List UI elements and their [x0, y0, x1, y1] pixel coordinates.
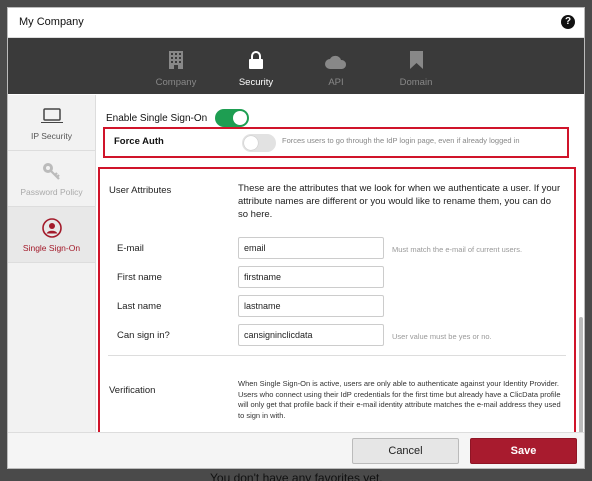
lock-icon	[249, 51, 263, 69]
sidebar-item-label: Single Sign-On	[22, 242, 81, 253]
email-hint: Must match the e-mail of current users.	[392, 245, 523, 254]
content-scrollbar[interactable]	[579, 317, 583, 432]
enable-sso-row: Enable Single Sign-On	[106, 109, 250, 127]
first-name-attribute-input[interactable]	[238, 266, 384, 288]
verification-heading: Verification	[109, 385, 156, 396]
toggle-knob	[233, 111, 248, 125]
force-auth-toggle[interactable]	[242, 134, 276, 152]
cloud-icon	[325, 51, 347, 69]
last-name-label: Last name	[117, 301, 162, 312]
modal-footer: Cancel Save	[8, 432, 584, 468]
modal-header: My Company ?	[8, 8, 584, 38]
empty-favorites-message: You don't have any favorites yet.	[210, 471, 383, 481]
enable-sso-label: Enable Single Sign-On	[106, 112, 208, 124]
user-attributes-description: These are the attributes that we look fo…	[238, 183, 561, 220]
force-auth-highlight: Force Auth Forces users to go through th…	[103, 127, 569, 158]
sidebar-item-label: IP Security	[31, 130, 72, 141]
email-label: E-mail	[117, 243, 144, 254]
building-icon	[169, 51, 183, 69]
bookmark-icon	[409, 51, 423, 69]
tab-security-label: Security	[238, 77, 274, 88]
email-attribute-input[interactable]	[238, 237, 384, 259]
tab-company-label: Company	[155, 77, 197, 88]
key-icon	[42, 161, 62, 183]
last-name-attribute-input[interactable]	[238, 295, 384, 317]
cancel-button[interactable]: Cancel	[352, 438, 459, 464]
laptop-icon	[40, 105, 63, 127]
toggle-knob	[244, 136, 258, 150]
can-sign-in-hint: User value must be yes or no.	[392, 332, 492, 341]
sidebar-item-password-policy[interactable]: Password Policy	[8, 151, 95, 207]
sidebar-item-label: Password Policy	[20, 186, 83, 197]
tab-domain[interactable]: Domain	[376, 38, 456, 94]
settings-tabs: Company Security API Domain	[8, 38, 584, 94]
force-auth-description: Forces users to go through the IdP login…	[282, 136, 520, 145]
sidebar-item-ip-security[interactable]: IP Security	[8, 95, 95, 151]
user-attributes-highlight: User Attributes These are the attributes…	[98, 167, 576, 432]
tab-security[interactable]: Security	[216, 38, 296, 94]
can-sign-in-label: Can sign in?	[117, 330, 170, 341]
enable-sso-toggle[interactable]	[215, 109, 250, 127]
sso-settings-panel: Enable Single Sign-On Force Auth Forces …	[96, 95, 584, 432]
tab-api-label: API	[328, 77, 344, 88]
section-divider	[108, 355, 566, 356]
can-sign-in-attribute-input[interactable]	[238, 324, 384, 346]
modal-body: IP Security Password Policy Single Sign-…	[8, 95, 584, 432]
modal-title: My Company	[19, 16, 84, 28]
security-sidebar: IP Security Password Policy Single Sign-…	[8, 95, 96, 432]
sidebar-item-single-sign-on[interactable]: Single Sign-On	[8, 207, 95, 263]
user-attributes-heading: User Attributes	[109, 185, 172, 196]
first-name-label: First name	[117, 272, 162, 283]
help-icon[interactable]: ?	[561, 15, 575, 29]
tab-domain-label: Domain	[399, 77, 433, 88]
save-button[interactable]: Save	[470, 438, 577, 464]
user-circle-icon	[41, 217, 62, 239]
verification-description: When Single Sign-On is active, users are…	[238, 379, 561, 420]
force-auth-label: Force Auth	[114, 136, 164, 147]
tab-company[interactable]: Company	[136, 38, 216, 94]
company-settings-modal: My Company ? Company Security API Domain…	[7, 7, 585, 469]
tab-api[interactable]: API	[296, 38, 376, 94]
